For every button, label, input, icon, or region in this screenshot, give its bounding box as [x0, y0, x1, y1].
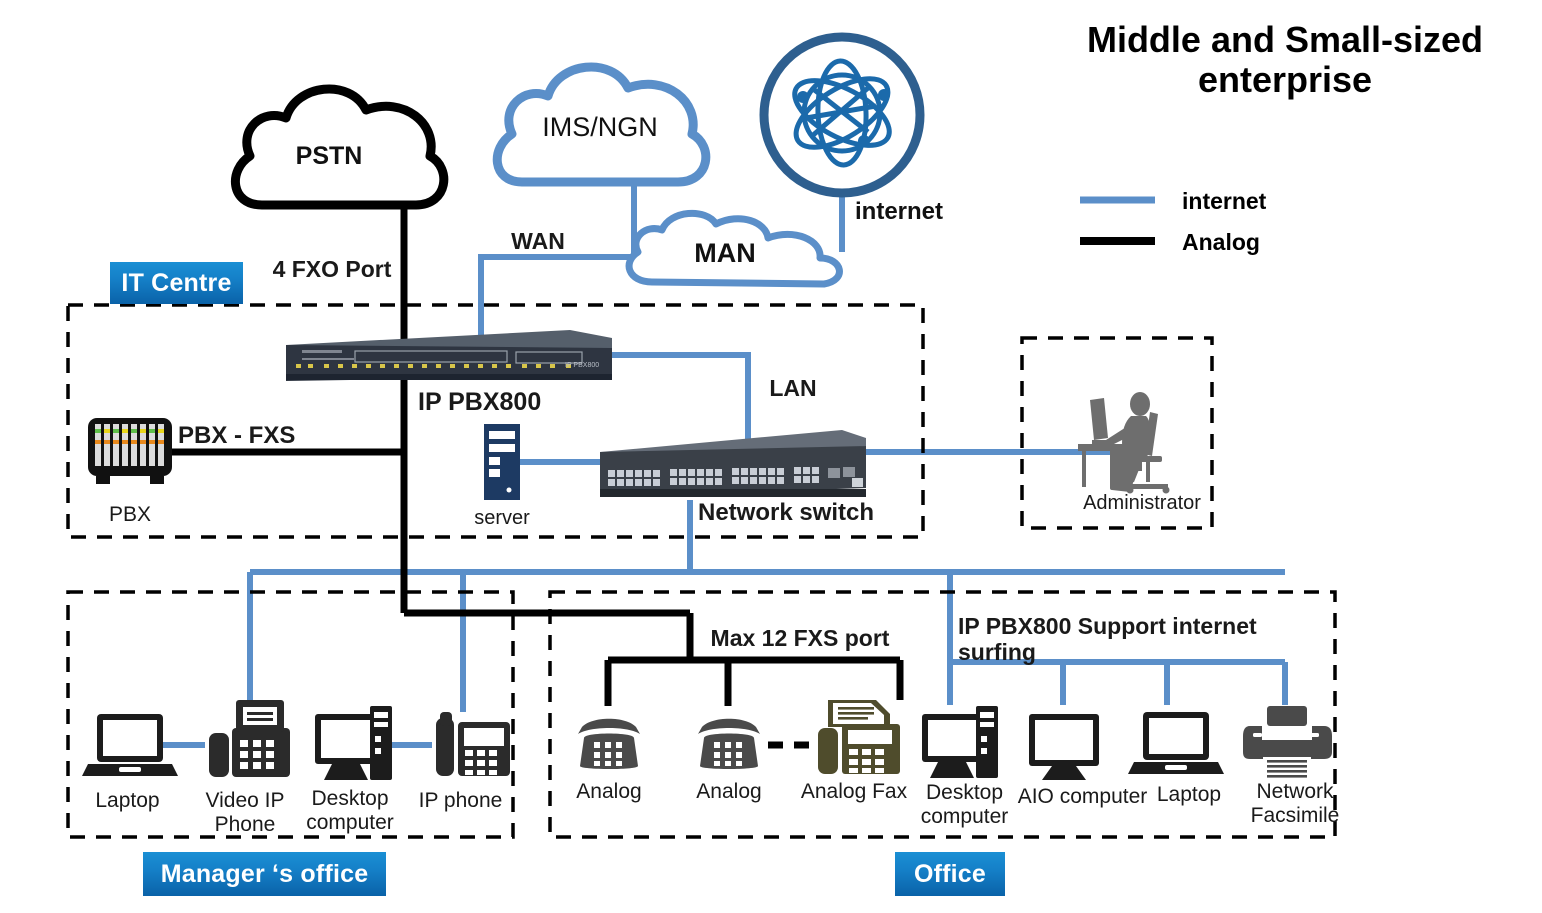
- office-device-label-1: Analog: [696, 780, 762, 803]
- desktop-computer-icon: [922, 706, 998, 778]
- office-device-label-4: AIO computer: [1017, 785, 1148, 808]
- analog-phone-icon: [698, 718, 760, 769]
- analog-fax-icon: [818, 700, 900, 774]
- network-diagram: PSTN IMS/NGN MAN internet Middle and Sma…: [0, 0, 1542, 913]
- network-printer-icon: [1243, 706, 1332, 779]
- office-device-label-5: Laptop: [1156, 783, 1222, 806]
- office-devices-layer: [578, 700, 1332, 780]
- office-device-label-0: Analog: [576, 780, 642, 803]
- office-device-label-2: Analog Fax: [800, 780, 908, 803]
- laptop-icon: [1128, 712, 1224, 774]
- analog-phone-icon: [578, 718, 640, 769]
- aio-computer-icon: [1029, 714, 1099, 780]
- office-device-label-6: Network Facsimile: [1250, 780, 1340, 827]
- office-device-label-3: Desktop computer: [920, 781, 1009, 828]
